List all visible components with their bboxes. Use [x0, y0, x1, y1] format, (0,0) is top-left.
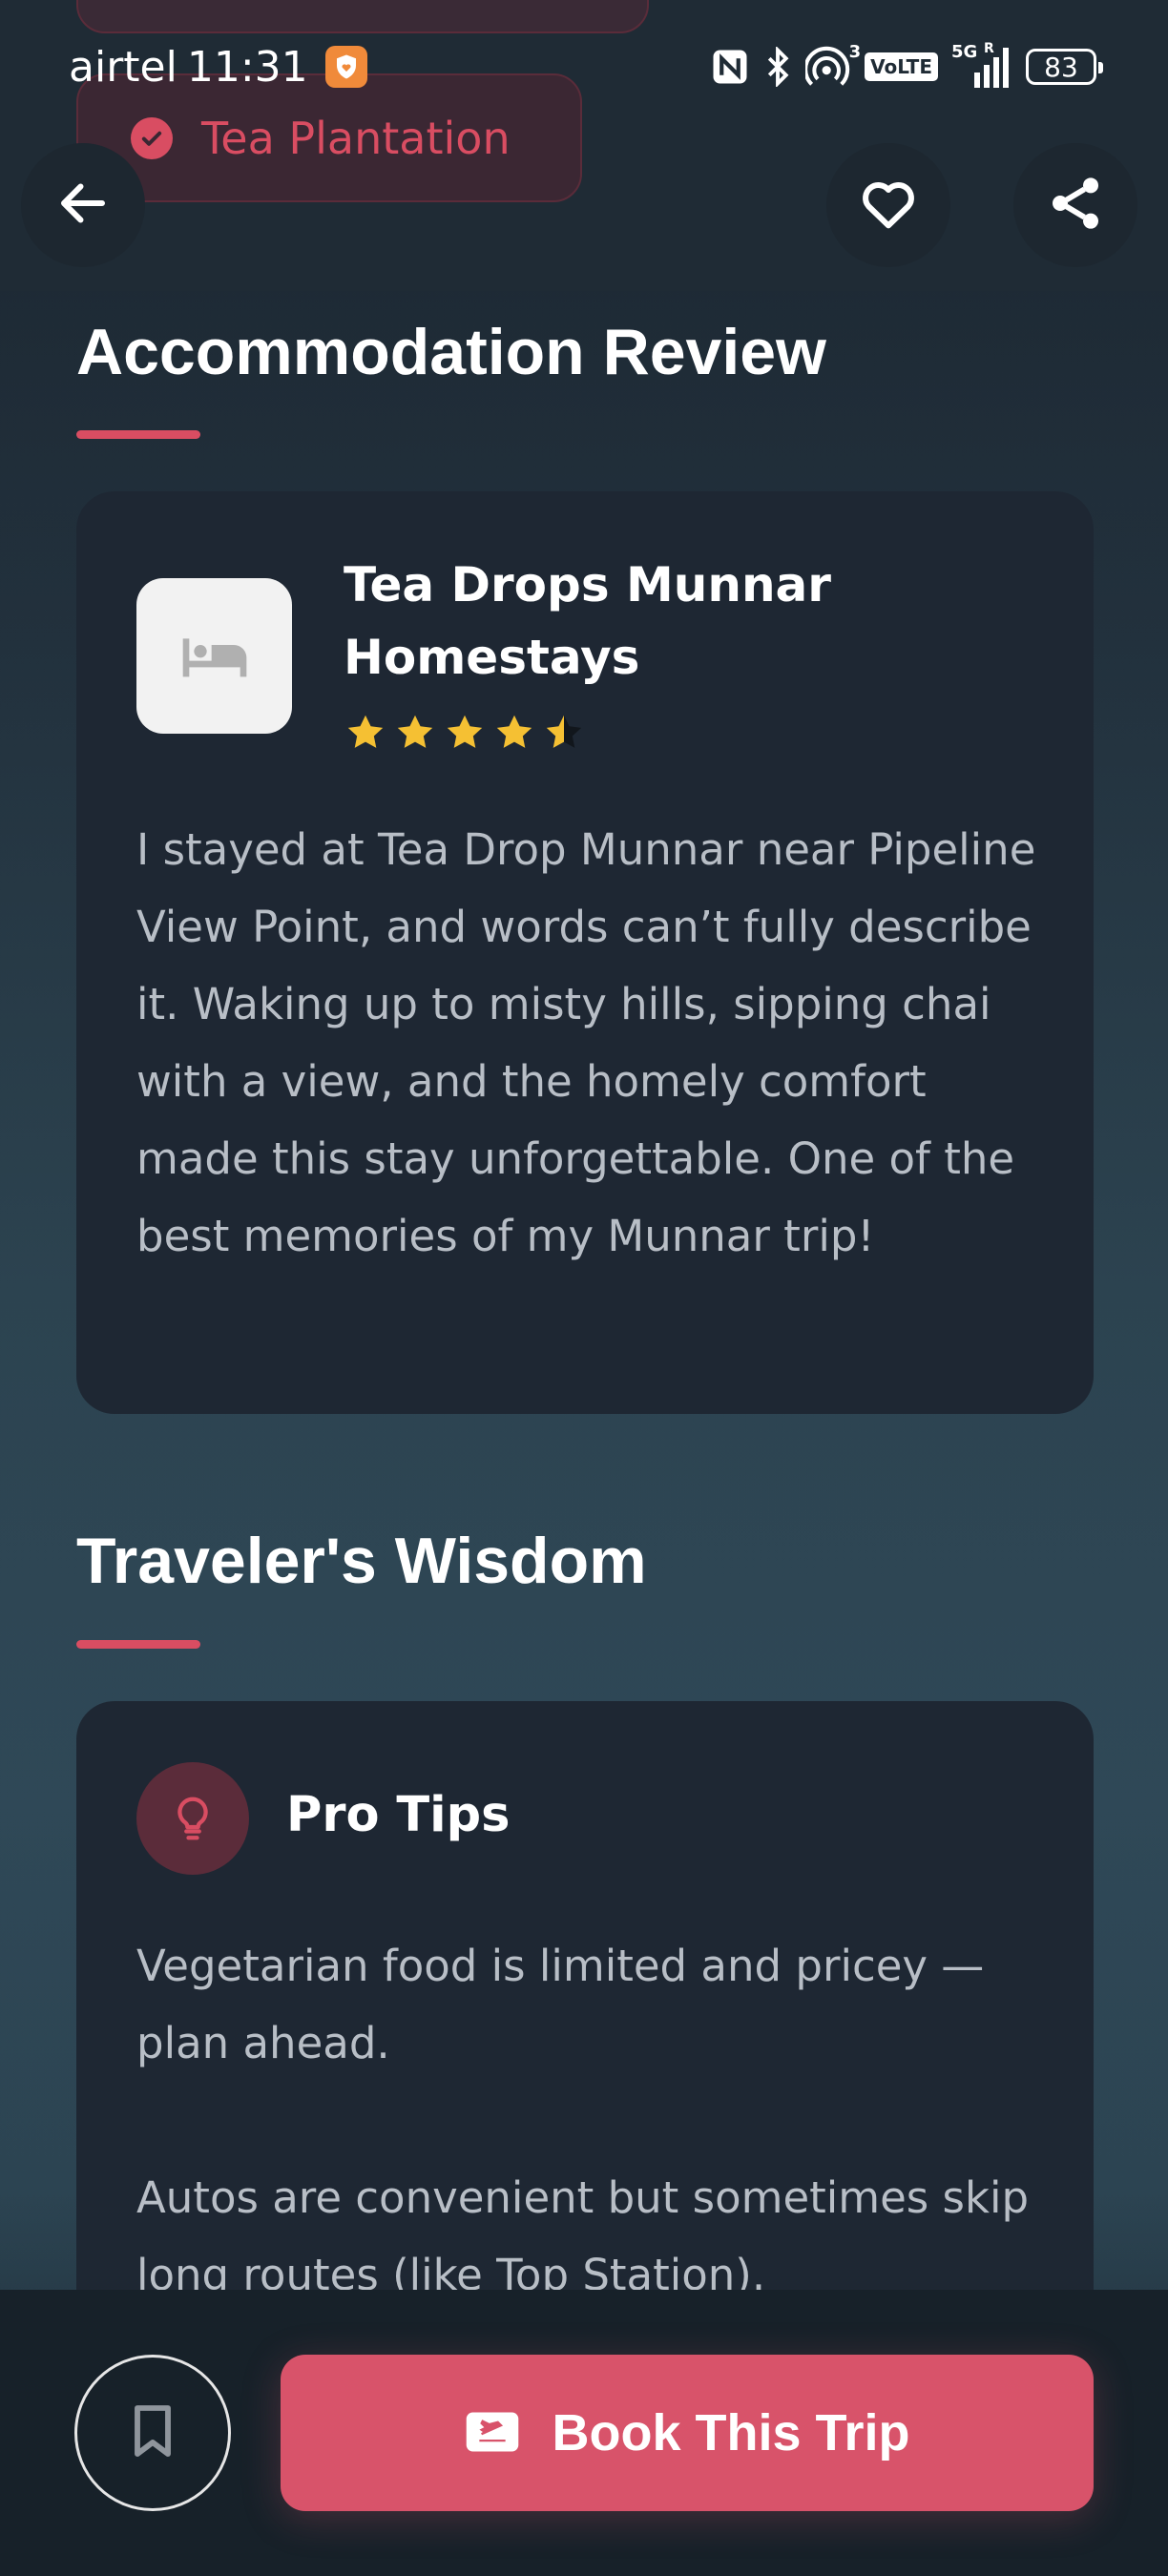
bookmark-icon — [122, 2400, 183, 2465]
bed-icon — [177, 616, 253, 696]
lightbulb-icon — [136, 1762, 249, 1875]
back-button[interactable] — [21, 143, 145, 267]
star-icon — [447, 715, 483, 748]
hotel-thumbnail — [136, 578, 292, 734]
star-half-icon — [546, 715, 582, 748]
accommodation-section-title: Accommodation Review — [76, 316, 826, 388]
ticket-plane-icon — [464, 2408, 521, 2459]
nfc-icon — [710, 46, 750, 88]
review-text: I stayed at Tea Drop Munnar near Pipelin… — [136, 824, 1036, 1261]
hotspot-icon: 3 — [805, 42, 861, 88]
carrier-name: airtel — [69, 42, 177, 92]
bookmark-button[interactable] — [74, 2355, 231, 2511]
battery-indicator: 83 — [1026, 49, 1103, 85]
share-button[interactable] — [1013, 143, 1137, 267]
favorite-button[interactable] — [826, 143, 950, 267]
book-trip-label: Book This Trip — [552, 2404, 910, 2462]
star-icon — [347, 715, 384, 748]
chip-partial — [76, 0, 649, 33]
bluetooth-icon — [763, 46, 792, 88]
shield-heart-icon — [324, 46, 367, 88]
wisdom-section-title: Traveler's Wisdom — [76, 1525, 647, 1597]
share-icon — [1045, 173, 1106, 238]
pro-tips-title: Pro Tips — [286, 1787, 511, 1843]
signal-icon: 5G R — [951, 42, 1012, 88]
roaming-mark: R — [984, 41, 994, 56]
clock-time: 11:31 — [186, 42, 308, 92]
battery-level: 83 — [1044, 51, 1078, 83]
tip-item: Vegetarian food is limited and pricey — … — [136, 1941, 985, 2068]
section-underline — [76, 430, 200, 439]
tips-list: Vegetarian food is limited and pricey — … — [136, 1927, 1053, 2290]
network-type: 5G — [951, 42, 978, 62]
chip-label: Tea Plantation — [201, 112, 511, 164]
hotel-name: Tea Drops Munnar Homestays — [344, 557, 831, 685]
book-trip-button[interactable]: Book This Trip — [281, 2355, 1094, 2511]
hotspot-count: 3 — [848, 42, 862, 62]
star-icon — [496, 715, 532, 748]
status-bar-left: airtel 11:31 — [69, 38, 367, 95]
section-underline — [76, 1640, 200, 1649]
volte-badge: VoLTE — [865, 52, 938, 81]
status-bar-right: 3 VoLTE 5G R 83 — [710, 40, 1103, 93]
arrow-left-icon — [54, 175, 112, 236]
heart-icon — [857, 172, 920, 239]
star-icon — [397, 715, 433, 748]
star-rating — [344, 711, 586, 755]
tip-item: Autos are convenient but sometimes skip … — [136, 2172, 1030, 2290]
check-circle-icon — [131, 116, 173, 159]
